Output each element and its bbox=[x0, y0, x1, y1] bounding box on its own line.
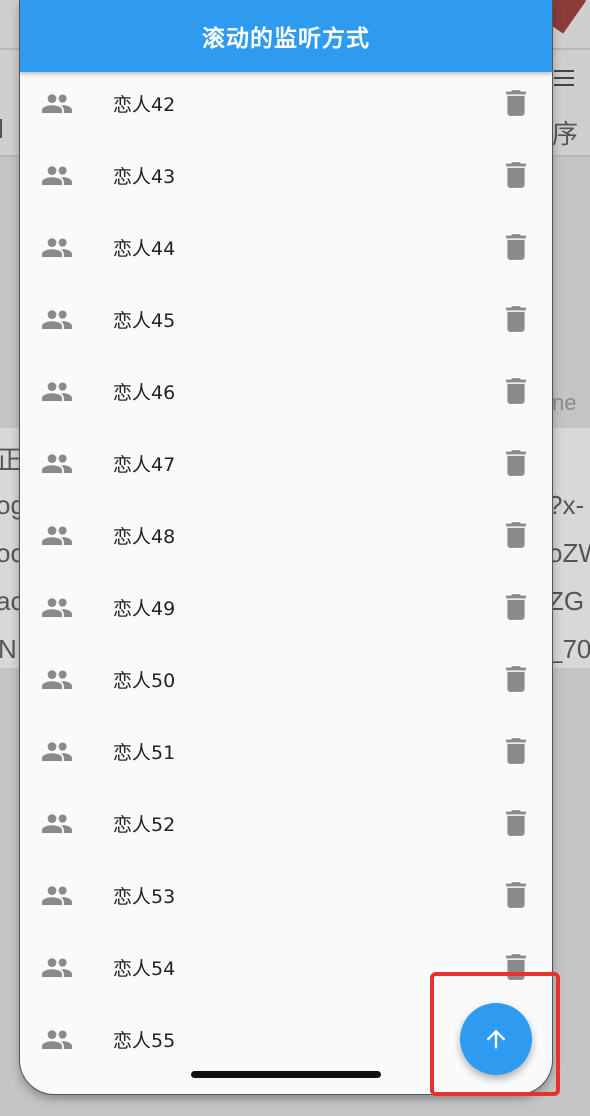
people-icon bbox=[42, 596, 72, 618]
scroll-list[interactable]: 恋人42 恋人43 恋人44 恋人45 恋人46 恋人47 恋人48 恋人49 恋人50 恋人51… bbox=[20, 67, 552, 1075]
list-item[interactable]: 恋人42 bbox=[20, 67, 552, 139]
list-item[interactable]: 恋人43 bbox=[20, 139, 552, 211]
people-icon bbox=[42, 236, 72, 258]
trash-icon[interactable] bbox=[506, 882, 526, 908]
list-item-label: 恋人44 bbox=[113, 237, 176, 260]
people-icon bbox=[42, 452, 72, 474]
list-item-label: 恋人45 bbox=[113, 309, 176, 332]
trash-icon[interactable] bbox=[506, 810, 526, 836]
background-fragment: ?x- bbox=[548, 490, 585, 520]
list-item[interactable]: 恋人50 bbox=[20, 643, 552, 715]
background-fragment: l bbox=[0, 114, 4, 144]
list-item[interactable]: 恋人46 bbox=[20, 355, 552, 427]
list-item-label: 恋人54 bbox=[113, 957, 176, 980]
list-item-label: 恋人47 bbox=[113, 453, 176, 476]
background-fragment: oZW bbox=[548, 538, 590, 568]
phone-screen: 滚动的监听方式 恋人42 恋人43 恋人44 恋人45 恋人46 恋人47 恋人48 恋人49… bbox=[20, 0, 552, 1094]
people-icon bbox=[42, 884, 72, 906]
background-fragment: N bbox=[0, 634, 17, 664]
people-icon bbox=[42, 380, 72, 402]
list-item[interactable]: 恋人52 bbox=[20, 787, 552, 859]
people-icon bbox=[42, 956, 72, 978]
people-icon bbox=[42, 308, 72, 330]
list-item-label: 恋人49 bbox=[113, 597, 176, 620]
people-icon bbox=[42, 1028, 72, 1050]
people-icon bbox=[42, 740, 72, 762]
background-fragment: ZG bbox=[548, 586, 585, 616]
people-icon bbox=[42, 668, 72, 690]
background-fragment: ne bbox=[552, 390, 577, 415]
trash-icon[interactable] bbox=[506, 378, 526, 404]
list-item[interactable]: 恋人53 bbox=[20, 859, 552, 931]
people-icon bbox=[42, 812, 72, 834]
background-fragment: _70 bbox=[548, 634, 590, 664]
menu-icon bbox=[554, 70, 574, 86]
list-item-label: 恋人51 bbox=[113, 741, 176, 764]
background-fragment: 序 bbox=[552, 119, 579, 149]
list-item-label: 恋人53 bbox=[113, 885, 176, 908]
app-bar: 滚动的监听方式 bbox=[20, 0, 552, 72]
trash-icon[interactable] bbox=[506, 522, 526, 548]
list-item[interactable]: 恋人48 bbox=[20, 499, 552, 571]
list-item-label: 恋人55 bbox=[113, 1029, 176, 1052]
people-icon bbox=[42, 524, 72, 546]
trash-icon[interactable] bbox=[506, 594, 526, 620]
list-item[interactable]: 恋人51 bbox=[20, 715, 552, 787]
background-fragment: 正 bbox=[0, 445, 23, 475]
list-item[interactable]: 恋人44 bbox=[20, 211, 552, 283]
list-item-label: 恋人42 bbox=[113, 93, 176, 116]
people-icon bbox=[42, 92, 72, 114]
list-item-label: 恋人43 bbox=[113, 165, 176, 188]
people-icon bbox=[42, 164, 72, 186]
list-item-label: 恋人50 bbox=[113, 669, 176, 692]
list-item-label: 恋人46 bbox=[113, 381, 176, 404]
trash-icon[interactable] bbox=[506, 738, 526, 764]
list-item-label: 恋人52 bbox=[113, 813, 176, 836]
trash-icon[interactable] bbox=[506, 666, 526, 692]
list-item[interactable]: 恋人45 bbox=[20, 283, 552, 355]
page-title: 滚动的监听方式 bbox=[202, 26, 370, 52]
trash-icon[interactable] bbox=[506, 450, 526, 476]
trash-icon[interactable] bbox=[506, 162, 526, 188]
trash-icon[interactable] bbox=[506, 90, 526, 116]
list-item[interactable]: 恋人47 bbox=[20, 427, 552, 499]
highlight-box bbox=[430, 972, 560, 1096]
list-item[interactable]: 恋人49 bbox=[20, 571, 552, 643]
trash-icon[interactable] bbox=[506, 306, 526, 332]
trash-icon[interactable] bbox=[506, 234, 526, 260]
list-item-label: 恋人48 bbox=[113, 525, 176, 548]
home-indicator bbox=[191, 1071, 381, 1078]
